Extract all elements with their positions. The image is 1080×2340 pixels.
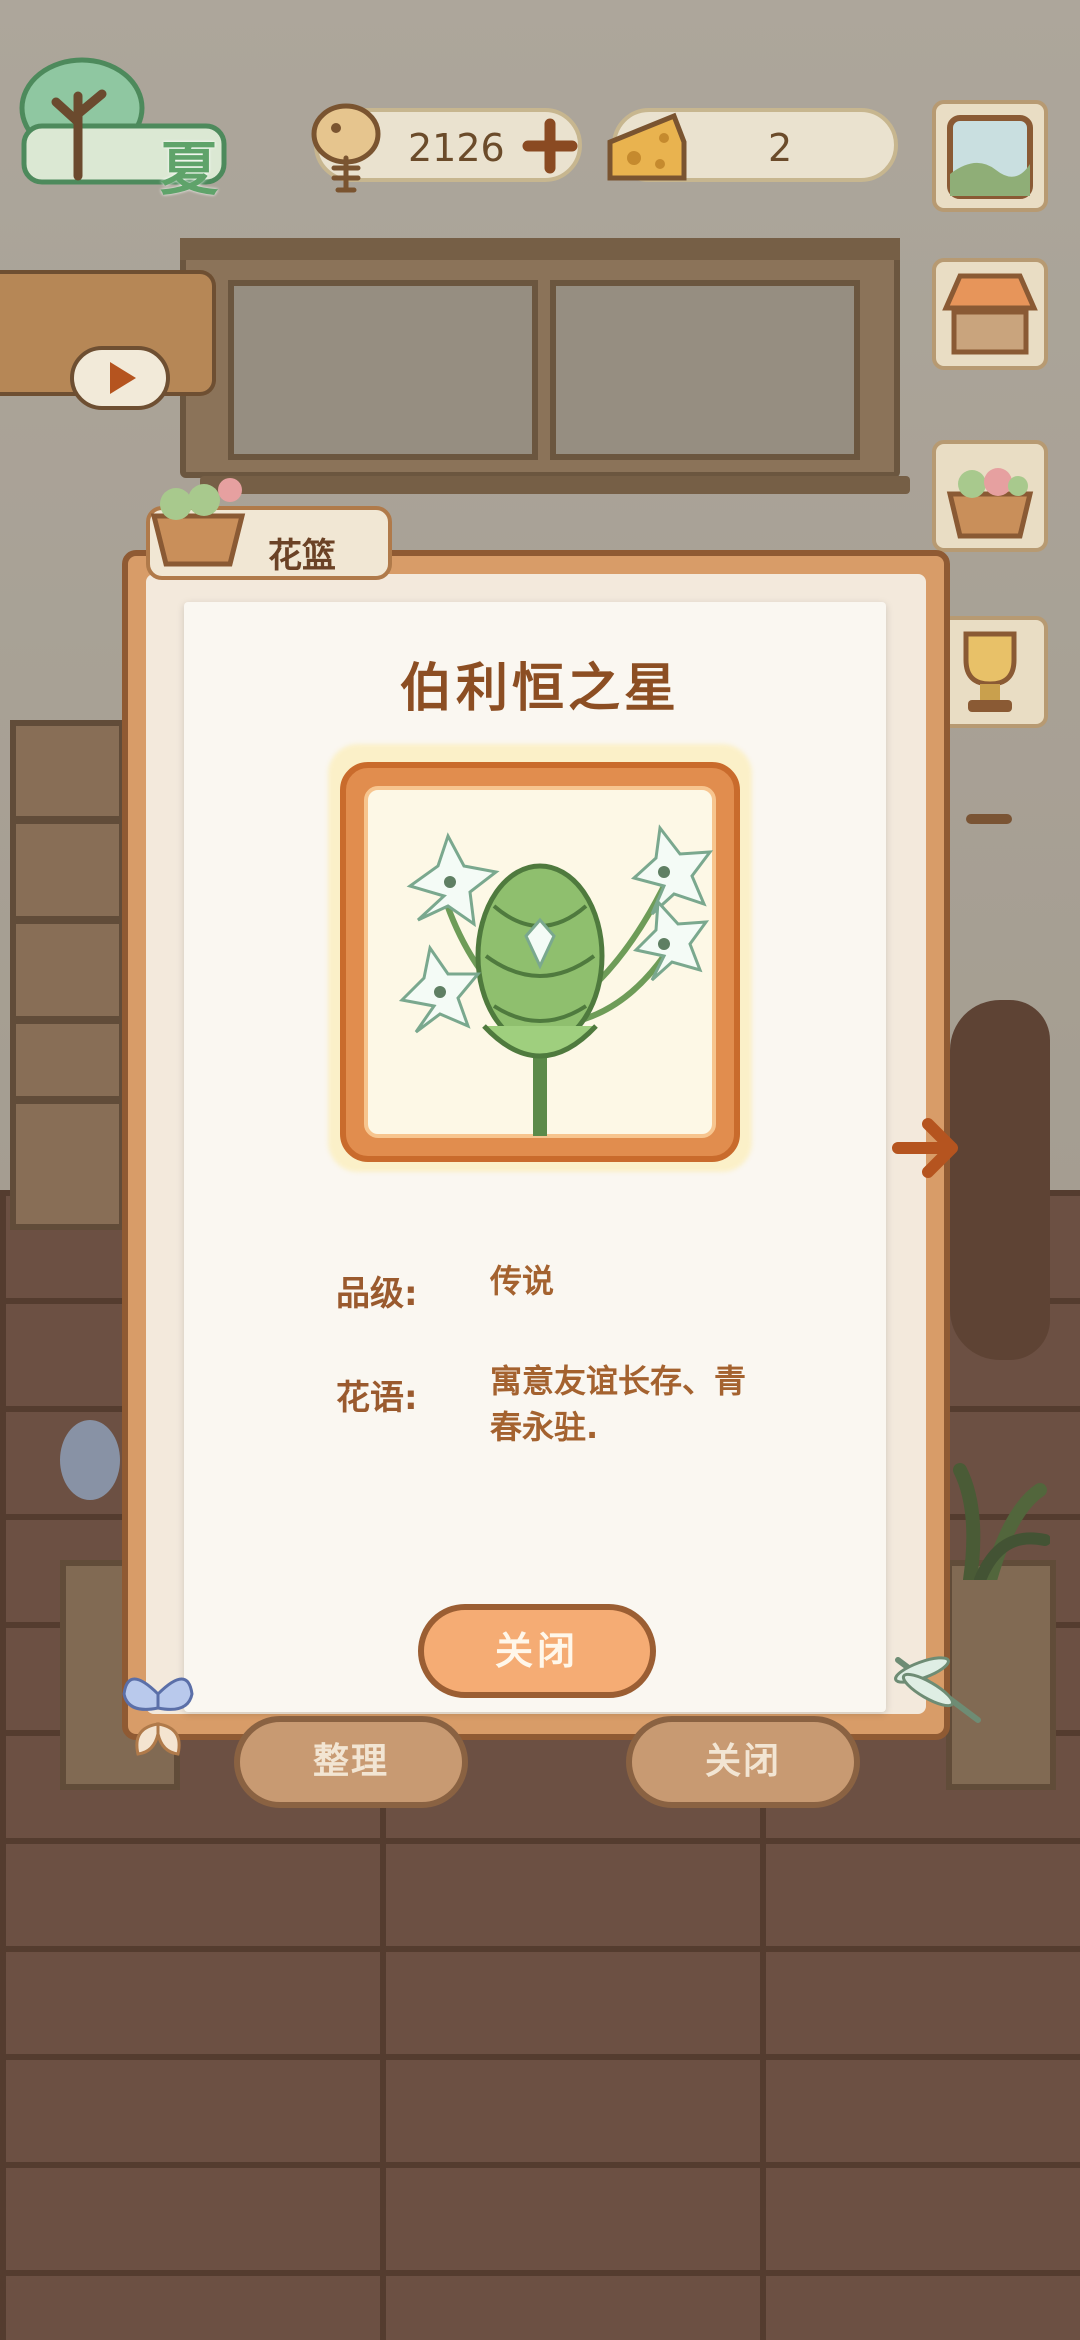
organize-button[interactable]: 整理: [234, 1716, 468, 1808]
grade-value: 传说: [490, 1262, 555, 1300]
shop-stall-icon: [942, 273, 1038, 355]
play-button[interactable]: [70, 346, 170, 410]
collapse-handle[interactable]: [966, 814, 1012, 824]
tab-label: 花篮: [268, 536, 336, 576]
bottom-close-button[interactable]: 关闭: [626, 1716, 860, 1808]
grade-label: 品级:: [336, 1274, 418, 1314]
star-of-bethlehem-flower-image: [398, 824, 714, 1136]
play-icon: [110, 362, 136, 394]
plus-icon[interactable]: [522, 118, 578, 174]
flower-language-line1: 寓意友谊长存、青: [490, 1362, 747, 1400]
close-button[interactable]: 关闭: [418, 1604, 656, 1698]
season-label: 夏: [160, 135, 219, 203]
flower-name: 伯利恒之星: [399, 659, 680, 719]
cheese-icon: [607, 112, 687, 181]
fish-count: 2126: [408, 126, 505, 170]
shop-button[interactable]: [932, 258, 1048, 370]
dragonfly-icon: [894, 1656, 981, 1723]
fishbone-icon: [311, 103, 381, 193]
flower-language-label: 花语:: [336, 1378, 418, 1418]
arrow-right-icon[interactable]: [890, 1110, 966, 1186]
flower-basket-tab-icon: [150, 478, 246, 567]
flower-language-line2: 春永驻.: [490, 1408, 599, 1446]
window-button[interactable]: [932, 100, 1048, 212]
butterfly-icon: [122, 1677, 194, 1756]
flower-basket-button[interactable]: [932, 440, 1048, 552]
flower-basket-icon: [946, 468, 1034, 539]
window-icon: [947, 115, 1033, 199]
cheese-count: 2: [768, 126, 793, 170]
